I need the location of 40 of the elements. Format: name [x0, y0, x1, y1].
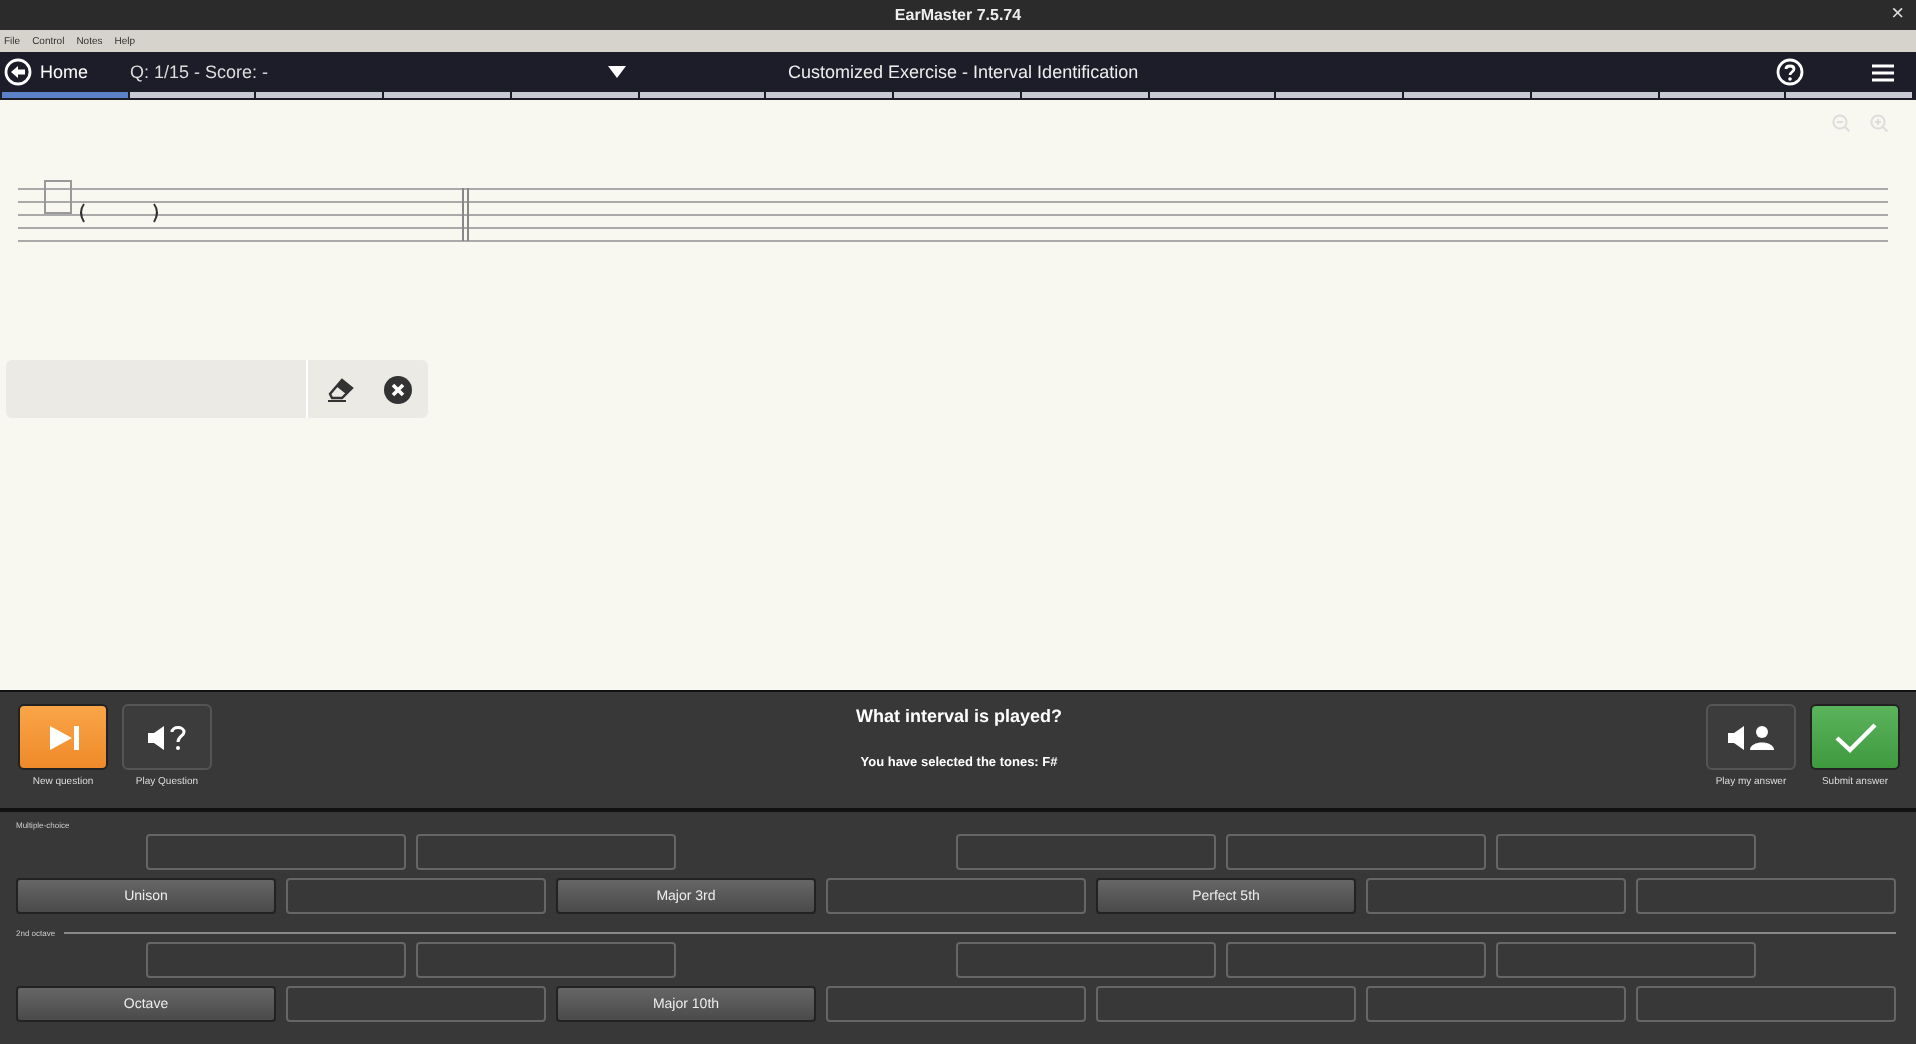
new-question-button[interactable]: [18, 704, 108, 770]
empty-answer-slot[interactable]: [1096, 986, 1356, 1022]
empty-answer-slot[interactable]: [1636, 878, 1896, 914]
play-question-button[interactable]: [122, 704, 212, 770]
question-status: Q: 1/15 - Score: -: [130, 62, 271, 82]
empty-answer-slot[interactable]: [286, 878, 546, 914]
empty-answer-slot[interactable]: [1496, 834, 1756, 870]
empty-answer-slot[interactable]: [146, 942, 406, 978]
empty-answer-slot[interactable]: [1226, 834, 1486, 870]
eraser-icon[interactable]: [328, 377, 356, 401]
exercise-title: Customized Exercise - Interval Identification: [788, 62, 1139, 82]
empty-answer-slot[interactable]: [1366, 986, 1626, 1022]
menu-icon[interactable]: [1872, 63, 1894, 81]
submit-answer-button[interactable]: [1810, 704, 1900, 770]
empty-answer-slot[interactable]: [1366, 878, 1626, 914]
empty-answer-slot[interactable]: [1226, 942, 1486, 978]
empty-answer-slot[interactable]: [416, 834, 676, 870]
empty-answer-slot[interactable]: [956, 942, 1216, 978]
clear-icon[interactable]: [384, 375, 412, 403]
empty-answer-slot[interactable]: [416, 942, 676, 978]
empty-answer-slot[interactable]: [826, 986, 1086, 1022]
empty-answer-slot[interactable]: [1636, 986, 1896, 1022]
home-button[interactable]: Home: [4, 56, 89, 88]
zoom-out-icon[interactable]: [1832, 114, 1850, 132]
empty-answer-slot[interactable]: [286, 986, 546, 1022]
checkmark-icon: [1833, 721, 1877, 753]
empty-answer-slot[interactable]: [956, 834, 1216, 870]
question-text: What interval is played?: [855, 706, 1063, 726]
speaker-question-icon: [145, 723, 189, 751]
play-answer-button[interactable]: [1706, 704, 1796, 770]
empty-answer-slot[interactable]: [826, 878, 1086, 914]
empty-answer-slot[interactable]: [146, 834, 406, 870]
zoom-in-icon[interactable]: [1870, 114, 1888, 132]
skip-forward-icon: [47, 723, 79, 751]
dropdown-caret-icon[interactable]: [608, 66, 627, 78]
speaker-person-icon: [1725, 723, 1777, 751]
close-button[interactable]: ×: [1891, 2, 1904, 28]
window-title: EarMaster 7.5.74: [894, 6, 1022, 24]
help-icon[interactable]: [1776, 58, 1804, 86]
empty-answer-slot[interactable]: [1496, 942, 1756, 978]
